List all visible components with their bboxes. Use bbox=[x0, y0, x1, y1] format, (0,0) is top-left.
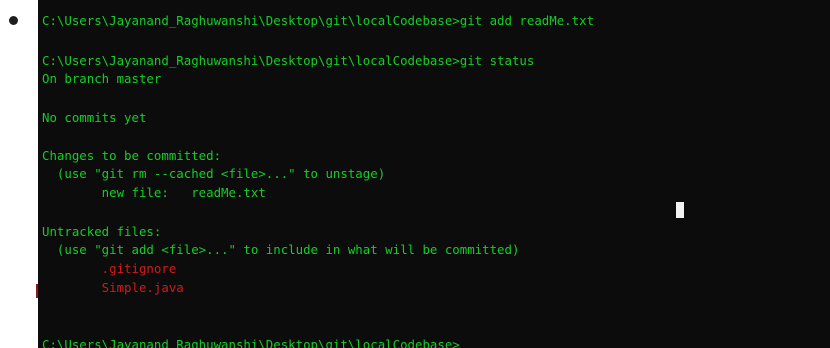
terminal-line-git-status-command: C:\Users\Jayanand_Raghuwanshi\Desktop\gi… bbox=[42, 53, 535, 68]
terminal-line-no-commits: No commits yet bbox=[42, 110, 147, 125]
text-cursor bbox=[676, 202, 684, 218]
terminal-line-prompt: C:\Users\Jayanand_Raghuwanshi\Desktop\gi… bbox=[42, 337, 460, 348]
terminal-line-untracked-simple-java: Simple.java bbox=[42, 280, 184, 295]
terminal-window[interactable]: C:\Users\Jayanand_Raghuwanshi\Desktop\gi… bbox=[38, 0, 830, 348]
list-bullet-icon bbox=[9, 16, 18, 25]
terminal-line-add-hint: (use "git add <file>..." to include in w… bbox=[42, 242, 520, 257]
terminal-line-unstage-hint: (use "git rm --cached <file>..." to unst… bbox=[42, 166, 386, 181]
terminal-line-untracked-gitignore: .gitignore bbox=[42, 261, 177, 276]
terminal-line-git-add-command: C:\Users\Jayanand_Raghuwanshi\Desktop\gi… bbox=[42, 13, 595, 28]
terminal-line-branch: On branch master bbox=[42, 71, 162, 86]
terminal-line-new-file: new file: readMe.txt bbox=[42, 185, 266, 200]
terminal-line-untracked-header: Untracked files: bbox=[42, 224, 162, 239]
terminal-line-changes-header: Changes to be committed: bbox=[42, 148, 222, 163]
screenshot-page: C:\Users\Jayanand_Raghuwanshi\Desktop\gi… bbox=[0, 0, 830, 348]
